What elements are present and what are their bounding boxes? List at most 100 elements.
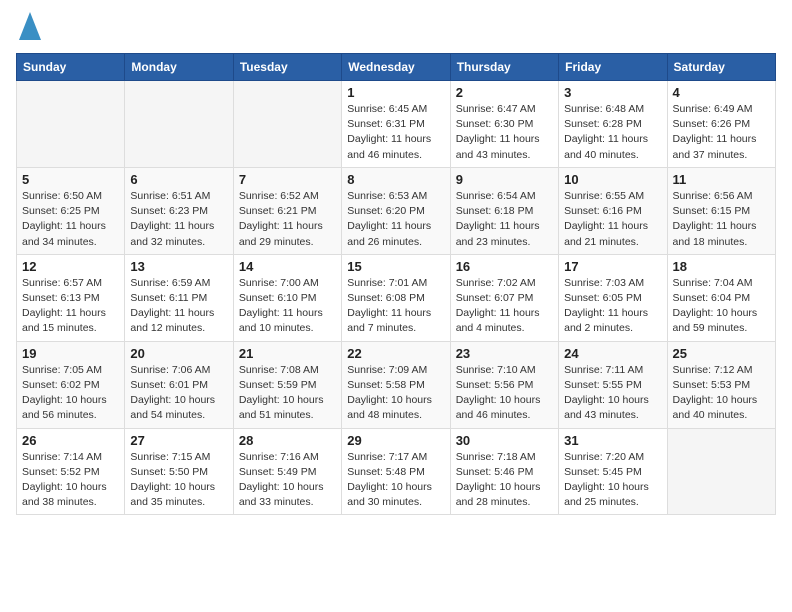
calendar-cell: 5 Sunrise: 6:50 AM Sunset: 6:25 PM Daylig… xyxy=(17,167,125,254)
day-info: Sunrise: 6:55 AM Sunset: 6:16 PM Dayligh… xyxy=(564,189,661,250)
day-number: 5 xyxy=(22,172,119,187)
day-info: Sunrise: 7:20 AM Sunset: 5:45 PM Dayligh… xyxy=(564,450,661,511)
day-info: Sunrise: 7:16 AM Sunset: 5:49 PM Dayligh… xyxy=(239,450,336,511)
day-info: Sunrise: 7:09 AM Sunset: 5:58 PM Dayligh… xyxy=(347,363,444,424)
calendar-cell xyxy=(17,81,125,168)
calendar-week-row: 1 Sunrise: 6:45 AM Sunset: 6:31 PM Daylig… xyxy=(17,81,776,168)
day-number: 30 xyxy=(456,433,553,448)
calendar-cell: 9 Sunrise: 6:54 AM Sunset: 6:18 PM Daylig… xyxy=(450,167,558,254)
calendar-cell: 3 Sunrise: 6:48 AM Sunset: 6:28 PM Daylig… xyxy=(559,81,667,168)
day-info: Sunrise: 7:11 AM Sunset: 5:55 PM Dayligh… xyxy=(564,363,661,424)
day-info: Sunrise: 6:49 AM Sunset: 6:26 PM Dayligh… xyxy=(673,102,770,163)
calendar-header-thursday: Thursday xyxy=(450,54,558,81)
day-number: 10 xyxy=(564,172,661,187)
calendar-cell: 21Sunrise: 7:08 AM Sunset: 5:59 PM Dayli… xyxy=(233,341,341,428)
page-header xyxy=(16,16,776,45)
day-info: Sunrise: 6:50 AM Sunset: 6:25 PM Dayligh… xyxy=(22,189,119,250)
calendar-cell: 26 Sunrise: 7:14 AM Sunset: 5:52 PM Dayli… xyxy=(17,428,125,515)
day-number: 31 xyxy=(564,433,661,448)
calendar-cell: 28 Sunrise: 7:16 AM Sunset: 5:49 PM Dayli… xyxy=(233,428,341,515)
day-number: 13 xyxy=(130,259,227,274)
day-number: 18 xyxy=(673,259,770,274)
day-number: 9 xyxy=(456,172,553,187)
day-number: 12 xyxy=(22,259,119,274)
day-number: 8 xyxy=(347,172,444,187)
day-number: 23 xyxy=(456,346,553,361)
day-info: Sunrise: 7:15 AM Sunset: 5:50 PM Dayligh… xyxy=(130,450,227,511)
calendar-cell: 27 Sunrise: 7:15 AM Sunset: 5:50 PM Dayli… xyxy=(125,428,233,515)
day-info: Sunrise: 6:59 AM Sunset: 6:11 PM Dayligh… xyxy=(130,276,227,337)
day-number: 14 xyxy=(239,259,336,274)
day-info: Sunrise: 6:56 AM Sunset: 6:15 PM Dayligh… xyxy=(673,189,770,250)
calendar-cell: 19 Sunrise: 7:05 AM Sunset: 6:02 PM Dayli… xyxy=(17,341,125,428)
day-info: Sunrise: 6:51 AM Sunset: 6:23 PM Dayligh… xyxy=(130,189,227,250)
day-info: Sunrise: 6:45 AM Sunset: 6:31 PM Dayligh… xyxy=(347,102,444,163)
calendar-header-wednesday: Wednesday xyxy=(342,54,450,81)
day-info: Sunrise: 6:52 AM Sunset: 6:21 PM Dayligh… xyxy=(239,189,336,250)
calendar-header-saturday: Saturday xyxy=(667,54,775,81)
day-number: 11 xyxy=(673,172,770,187)
day-info: Sunrise: 7:18 AM Sunset: 5:46 PM Dayligh… xyxy=(456,450,553,511)
calendar-cell: 11 Sunrise: 6:56 AM Sunset: 6:15 PM Dayli… xyxy=(667,167,775,254)
calendar-table: SundayMondayTuesdayWednesdayThursdayFrid… xyxy=(16,53,776,515)
calendar-cell: 17Sunrise: 7:03 AM Sunset: 6:05 PM Dayli… xyxy=(559,254,667,341)
day-number: 3 xyxy=(564,85,661,100)
calendar-cell xyxy=(233,81,341,168)
day-info: Sunrise: 7:05 AM Sunset: 6:02 PM Dayligh… xyxy=(22,363,119,424)
day-info: Sunrise: 7:04 AM Sunset: 6:04 PM Dayligh… xyxy=(673,276,770,337)
day-info: Sunrise: 6:54 AM Sunset: 6:18 PM Dayligh… xyxy=(456,189,553,250)
calendar-cell: 31 Sunrise: 7:20 AM Sunset: 5:45 PM Dayli… xyxy=(559,428,667,515)
day-number: 4 xyxy=(673,85,770,100)
calendar-cell: 13 Sunrise: 6:59 AM Sunset: 6:11 PM Dayli… xyxy=(125,254,233,341)
day-info: Sunrise: 7:14 AM Sunset: 5:52 PM Dayligh… xyxy=(22,450,119,511)
calendar-week-row: 5 Sunrise: 6:50 AM Sunset: 6:25 PM Daylig… xyxy=(17,167,776,254)
calendar-header-monday: Monday xyxy=(125,54,233,81)
calendar-header-sunday: Sunday xyxy=(17,54,125,81)
calendar-week-row: 26 Sunrise: 7:14 AM Sunset: 5:52 PM Dayli… xyxy=(17,428,776,515)
day-number: 20 xyxy=(130,346,227,361)
calendar-cell xyxy=(125,81,233,168)
calendar-header-row: SundayMondayTuesdayWednesdayThursdayFrid… xyxy=(17,54,776,81)
day-number: 22 xyxy=(347,346,444,361)
calendar-cell: 15 Sunrise: 7:01 AM Sunset: 6:08 PM Dayli… xyxy=(342,254,450,341)
calendar-cell: 16Sunrise: 7:02 AM Sunset: 6:07 PM Dayli… xyxy=(450,254,558,341)
calendar-cell: 12 Sunrise: 6:57 AM Sunset: 6:13 PM Dayli… xyxy=(17,254,125,341)
day-info: Sunrise: 7:12 AM Sunset: 5:53 PM Dayligh… xyxy=(673,363,770,424)
day-info: Sunrise: 7:06 AM Sunset: 6:01 PM Dayligh… xyxy=(130,363,227,424)
calendar-header-tuesday: Tuesday xyxy=(233,54,341,81)
day-info: Sunrise: 7:01 AM Sunset: 6:08 PM Dayligh… xyxy=(347,276,444,337)
calendar-cell: 8 Sunrise: 6:53 AM Sunset: 6:20 PM Daylig… xyxy=(342,167,450,254)
day-number: 26 xyxy=(22,433,119,448)
day-number: 19 xyxy=(22,346,119,361)
day-number: 25 xyxy=(673,346,770,361)
calendar-cell: 1 Sunrise: 6:45 AM Sunset: 6:31 PM Daylig… xyxy=(342,81,450,168)
calendar-cell: 18 Sunrise: 7:04 AM Sunset: 6:04 PM Dayli… xyxy=(667,254,775,341)
logo xyxy=(16,16,41,45)
calendar-week-row: 12 Sunrise: 6:57 AM Sunset: 6:13 PM Dayli… xyxy=(17,254,776,341)
day-info: Sunrise: 6:48 AM Sunset: 6:28 PM Dayligh… xyxy=(564,102,661,163)
calendar-cell: 10 Sunrise: 6:55 AM Sunset: 6:16 PM Dayli… xyxy=(559,167,667,254)
day-number: 2 xyxy=(456,85,553,100)
day-info: Sunrise: 7:10 AM Sunset: 5:56 PM Dayligh… xyxy=(456,363,553,424)
calendar-cell: 7Sunrise: 6:52 AM Sunset: 6:21 PM Daylig… xyxy=(233,167,341,254)
calendar-cell: 24Sunrise: 7:11 AM Sunset: 5:55 PM Dayli… xyxy=(559,341,667,428)
day-number: 1 xyxy=(347,85,444,100)
day-info: Sunrise: 7:17 AM Sunset: 5:48 PM Dayligh… xyxy=(347,450,444,511)
calendar-cell: 23 Sunrise: 7:10 AM Sunset: 5:56 PM Dayli… xyxy=(450,341,558,428)
day-info: Sunrise: 6:47 AM Sunset: 6:30 PM Dayligh… xyxy=(456,102,553,163)
day-info: Sunrise: 7:02 AM Sunset: 6:07 PM Dayligh… xyxy=(456,276,553,337)
calendar-cell xyxy=(667,428,775,515)
calendar-cell: 2 Sunrise: 6:47 AM Sunset: 6:30 PM Daylig… xyxy=(450,81,558,168)
day-info: Sunrise: 6:57 AM Sunset: 6:13 PM Dayligh… xyxy=(22,276,119,337)
day-info: Sunrise: 6:53 AM Sunset: 6:20 PM Dayligh… xyxy=(347,189,444,250)
calendar-cell: 30 Sunrise: 7:18 AM Sunset: 5:46 PM Dayli… xyxy=(450,428,558,515)
calendar-cell: 6Sunrise: 6:51 AM Sunset: 6:23 PM Daylig… xyxy=(125,167,233,254)
day-number: 27 xyxy=(130,433,227,448)
calendar-cell: 14 Sunrise: 7:00 AM Sunset: 6:10 PM Dayli… xyxy=(233,254,341,341)
day-number: 28 xyxy=(239,433,336,448)
calendar-cell: 20 Sunrise: 7:06 AM Sunset: 6:01 PM Dayli… xyxy=(125,341,233,428)
day-info: Sunrise: 7:00 AM Sunset: 6:10 PM Dayligh… xyxy=(239,276,336,337)
day-number: 15 xyxy=(347,259,444,274)
calendar-cell: 22 Sunrise: 7:09 AM Sunset: 5:58 PM Dayli… xyxy=(342,341,450,428)
calendar-header-friday: Friday xyxy=(559,54,667,81)
